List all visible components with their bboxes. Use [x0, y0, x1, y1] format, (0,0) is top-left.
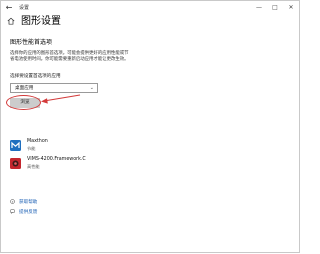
page-title: 图形设置	[21, 16, 61, 27]
app-type-dropdown[interactable]: 桌面应用 ⌄	[10, 83, 98, 93]
feedback-link[interactable]: 提供反馈	[10, 209, 37, 216]
app-name: VIMS-4200.Framework.C	[27, 157, 86, 162]
feedback-icon	[10, 209, 15, 214]
app-preference: 节能	[27, 146, 36, 151]
feedback-label: 提供反馈	[19, 210, 38, 215]
section-description: 选择你的应用的图形首选项。可能会提供更好的应用性能或节省电池使用时间。你可能需要…	[10, 51, 129, 62]
help-icon: ?	[10, 199, 15, 204]
close-button[interactable]: ✕	[285, 2, 297, 13]
settings-window: ← 设置 — □ ✕ 图形设置 图形性能首选项 选择你的应用的图形首选项。可能会…	[0, 0, 300, 253]
maxthon-icon	[10, 140, 21, 151]
chevron-down-icon: ⌄	[89, 85, 94, 91]
get-help-label: 获取帮助	[19, 200, 38, 205]
app-type-value: 桌面应用	[15, 86, 34, 91]
minimize-button[interactable]: —	[253, 2, 265, 13]
maximize-button[interactable]: □	[269, 2, 281, 13]
app-item-maxthon[interactable]: Maxthon 节能	[10, 138, 130, 154]
window-title: 设置	[19, 5, 30, 11]
vims-icon	[10, 158, 21, 169]
section-title: 图形性能首选项	[10, 39, 53, 46]
app-name: Maxthon	[27, 139, 48, 144]
browse-button[interactable]: 浏览	[10, 98, 40, 108]
app-type-label: 选择要设置首选项的应用	[10, 74, 61, 79]
app-preference: 高性能	[27, 164, 40, 169]
get-help-link[interactable]: ? 获取帮助	[10, 199, 37, 206]
app-item-vims[interactable]: VIMS-4200.Framework.C 高性能	[10, 156, 130, 172]
back-button[interactable]: ←	[4, 3, 14, 13]
home-icon	[7, 17, 15, 25]
title-bar: ← 设置 — □ ✕	[1, 1, 299, 15]
